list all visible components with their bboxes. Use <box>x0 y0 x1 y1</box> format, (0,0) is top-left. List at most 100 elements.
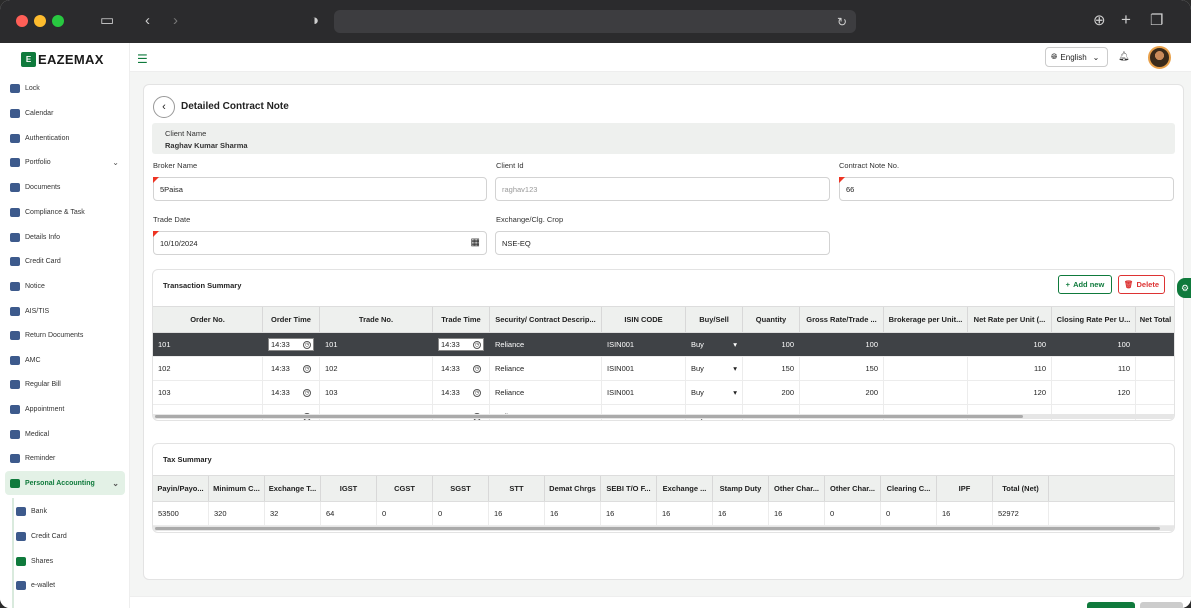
tax-column-header[interactable]: IPF <box>937 476 993 501</box>
sidebar-item-authentication[interactable]: Authentication <box>10 129 125 147</box>
tax-cell[interactable]: 52972 <box>993 502 1049 525</box>
sidebar-item-reminder[interactable]: Reminder <box>10 449 125 467</box>
column-header[interactable]: Net Rate per Unit (... <box>968 307 1052 332</box>
tax-column-header[interactable]: STT <box>489 476 545 501</box>
minimize-window-button[interactable] <box>34 15 46 27</box>
tax-cell[interactable]: 320 <box>209 502 265 525</box>
address-bar[interactable]: ↻ <box>334 10 856 33</box>
table-cell[interactable]: ISIN001 <box>602 357 686 380</box>
table-cell[interactable]: ISIN001 <box>602 333 686 356</box>
reload-icon[interactable]: ↻ <box>837 14 847 30</box>
table-cell[interactable]: 100 <box>743 333 800 356</box>
contract-note-field[interactable]: 66 <box>839 177 1174 201</box>
table-cell[interactable]: 102 <box>320 357 433 380</box>
tax-column-header[interactable]: Other Char... <box>825 476 881 501</box>
cancel-button[interactable] <box>1140 602 1183 608</box>
sidebar-item-notice[interactable]: Notice <box>10 277 125 295</box>
table-cell[interactable] <box>884 381 968 404</box>
time-field[interactable]: 14:33 ◷ <box>438 362 484 375</box>
save-button[interactable] <box>1087 602 1135 608</box>
tax-column-header[interactable]: Exchange T... <box>265 476 321 501</box>
tax-column-header[interactable]: SGST <box>433 476 489 501</box>
avatar[interactable] <box>1148 46 1171 69</box>
tax-cell[interactable]: 0 <box>377 502 433 525</box>
time-field[interactable]: 14:33 ◷ <box>268 362 314 375</box>
sidebar-subitem-e-wallet[interactable]: e-wallet <box>16 576 131 594</box>
sidebar-subitem-bank[interactable]: Bank <box>16 502 131 520</box>
trade-date-field[interactable]: 10/10/2024 ▦ <box>153 231 487 255</box>
broker-name-field[interactable]: 5Paisa <box>153 177 487 201</box>
table-cell[interactable]: 101 <box>153 333 263 356</box>
buy-sell-select[interactable]: Buy ▾ <box>686 381 743 404</box>
shield-icon[interactable]: ◑ <box>310 13 319 29</box>
order-time-input[interactable]: 14:33 ◷ <box>263 333 320 356</box>
tax-cell[interactable]: 32 <box>265 502 321 525</box>
tax-column-header[interactable]: IGST <box>321 476 377 501</box>
clock-icon[interactable]: ◷ <box>303 340 311 349</box>
column-header[interactable]: ISIN CODE <box>602 307 686 332</box>
tax-column-header[interactable]: CGST <box>377 476 433 501</box>
tax-scrollbar-thumb[interactable] <box>155 527 1160 530</box>
table-cell[interactable] <box>884 333 968 356</box>
sidebar-subitem-credit-card[interactable]: Credit Card <box>16 527 131 545</box>
tax-cell[interactable]: 16 <box>489 502 545 525</box>
table-cell[interactable] <box>1136 357 1174 380</box>
tax-cell[interactable]: 16 <box>713 502 769 525</box>
sidebar-item-return-documents[interactable]: Return Documents <box>10 326 125 344</box>
add-new-button[interactable]: + Add new <box>1058 275 1112 294</box>
exchange-field[interactable]: NSE-EQ <box>495 231 830 255</box>
delete-button[interactable]: 🗑︎ Delete <box>1118 275 1165 294</box>
table-row[interactable]: 103 14:33 ◷ 103 14:33 ◷ Reliance ISIN001 Buy ▾ 200… <box>153 381 1174 405</box>
trade-time-input[interactable]: 14:33 ◷ <box>433 333 490 356</box>
download-icon[interactable]: ⊕ <box>1093 13 1106 29</box>
column-header[interactable]: Security/ Contract Descrip... <box>490 307 602 332</box>
forward-arrow-icon[interactable]: › <box>173 13 178 29</box>
column-header[interactable]: Gross Rate/Trade ... <box>800 307 884 332</box>
sidebar-item-personal-accounting[interactable]: Personal Accounting ⌄ <box>10 474 125 492</box>
table-cell[interactable]: 200 <box>743 381 800 404</box>
tax-column-header[interactable]: Total (Net) <box>993 476 1049 501</box>
tax-cell[interactable]: 16 <box>769 502 825 525</box>
table-cell[interactable]: 100 <box>800 333 884 356</box>
table-cell[interactable]: 103 <box>153 381 263 404</box>
sidebar-item-ais-tis[interactable]: AIS/TIS <box>10 302 125 320</box>
sidebar-item-credit-card[interactable]: Credit Card <box>10 252 125 270</box>
time-field[interactable]: 14:33 ◷ <box>268 386 314 399</box>
tax-cell[interactable]: 0 <box>881 502 937 525</box>
table-cell[interactable]: 150 <box>800 357 884 380</box>
sidebar-item-calendar[interactable]: Calendar <box>10 104 125 122</box>
tax-column-header[interactable]: Stamp Duty <box>713 476 769 501</box>
buy-sell-select[interactable]: Buy ▾ <box>686 333 743 356</box>
close-window-button[interactable] <box>16 15 28 27</box>
tabs-overview-icon[interactable]: ❐ <box>1150 13 1163 29</box>
sidebar-item-medical[interactable]: Medical <box>10 425 125 443</box>
tax-column-header[interactable]: Exchange ... <box>657 476 713 501</box>
order-time-input[interactable]: 14:33 ◷ <box>263 357 320 380</box>
tax-cell[interactable]: 64 <box>321 502 377 525</box>
buy-sell-select[interactable]: Buy ▾ <box>686 357 743 380</box>
transaction-scrollbar[interactable] <box>153 414 1174 419</box>
tax-column-header[interactable]: SEBI T/O F... <box>601 476 657 501</box>
clock-icon[interactable]: ◷ <box>303 364 311 373</box>
sidebar-item-details-info[interactable]: Details Info <box>10 228 125 246</box>
tax-column-header[interactable]: Minimum C... <box>209 476 265 501</box>
column-header[interactable]: Brokerage per Unit... <box>884 307 968 332</box>
language-select[interactable]: 🌐︎ English ⌄ <box>1045 47 1108 67</box>
tax-column-header[interactable]: Demat Chrgs <box>545 476 601 501</box>
new-tab-icon[interactable]: + <box>1121 11 1131 28</box>
table-cell[interactable]: 150 <box>743 357 800 380</box>
table-cell[interactable]: 120 <box>1052 381 1136 404</box>
table-cell[interactable]: ISIN001 <box>602 381 686 404</box>
sidebar-item-amc[interactable]: AMC <box>10 351 125 369</box>
tax-cell[interactable]: 0 <box>825 502 881 525</box>
back-button[interactable]: ‹ <box>153 96 175 118</box>
transaction-scrollbar-thumb[interactable] <box>155 415 1023 418</box>
sidebar-toggle-icon[interactable]: ▭ <box>100 13 114 29</box>
tax-column-header[interactable]: Other Char... <box>769 476 825 501</box>
logo[interactable]: E EAZEMAX <box>21 51 104 67</box>
column-header[interactable]: Buy/Sell <box>686 307 743 332</box>
column-header[interactable]: Trade Time <box>433 307 490 332</box>
tax-column-header[interactable]: Clearing C... <box>881 476 937 501</box>
tax-column-header[interactable]: Payin/Payo... <box>153 476 209 501</box>
table-cell[interactable]: 110 <box>1052 357 1136 380</box>
